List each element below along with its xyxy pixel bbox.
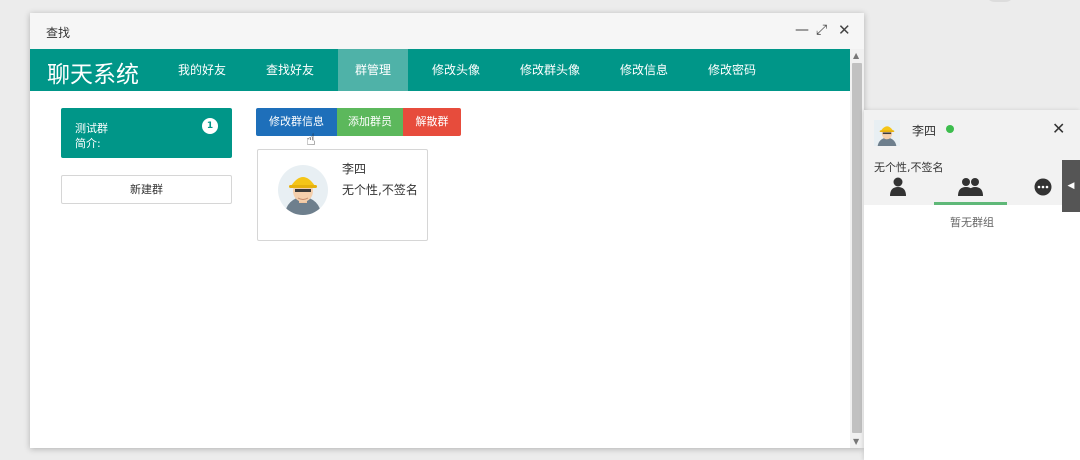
main-window: 查找 — ⤢ ✕ 聊天系统 我的好友 查找好友 群管理 修改头像 修改群头像 修…	[30, 13, 864, 448]
tab-groups[interactable]	[954, 176, 990, 198]
chat-bubble-icon	[1034, 178, 1052, 196]
empty-groups-text: 暂无群组	[950, 216, 994, 229]
close-button[interactable]: ✕	[838, 23, 851, 38]
nav-group-management[interactable]: 群管理	[338, 49, 408, 91]
brand-title: 聊天系统	[47, 62, 139, 88]
minimize-button[interactable]: —	[795, 23, 809, 37]
group-intro: 简介:	[75, 137, 101, 150]
window-title: 查找	[46, 26, 71, 40]
add-member-button[interactable]: 添加群员	[337, 108, 403, 136]
nav-edit-info[interactable]: 修改信息	[608, 49, 680, 91]
nav-find-friends[interactable]: 查找好友	[254, 49, 326, 91]
member-name: 李四	[342, 162, 367, 176]
member-signature: 无个性,不签名	[342, 183, 418, 197]
group-card[interactable]: 测试群 简介: 1	[61, 108, 232, 158]
title-bar[interactable]: 查找 — ⤢ ✕	[30, 13, 864, 49]
tab-friends[interactable]	[884, 176, 920, 198]
scroll-up-arrow-icon[interactable]: ▲	[853, 51, 859, 60]
nav-change-password[interactable]: 修改密码	[696, 49, 768, 91]
user-avatar[interactable]	[874, 120, 900, 146]
dissolve-group-button[interactable]: 解散群	[403, 108, 461, 136]
panel-close-button[interactable]: ✕	[1052, 119, 1065, 138]
nav-change-group-avatar[interactable]: 修改群头像	[508, 49, 592, 91]
panel-toggle-button[interactable]: ◀	[1062, 160, 1080, 212]
chat-side-panel: 李四 ✕ 无个性,不签名 暂无群组	[864, 110, 1080, 460]
new-group-button[interactable]: 新建群	[61, 175, 232, 204]
group-name: 测试群	[75, 122, 108, 135]
maximize-button[interactable]: ⤢	[816, 23, 827, 37]
main-content: 测试群 简介: 1 新建群 修改群信息 添加群员 解散群 ☝ 李四 无个性,不签…	[30, 91, 850, 448]
hand-cursor-icon: ☝	[306, 130, 316, 149]
group-icon	[958, 178, 983, 196]
nav-my-friends[interactable]: 我的好友	[166, 49, 238, 91]
top-navbar: 聊天系统 我的好友 查找好友 群管理 修改头像 修改群头像 修改信息 修改密码	[30, 49, 850, 91]
panel-user-signature: 无个性,不签名	[874, 161, 944, 174]
background-decoration	[985, 0, 1015, 2]
panel-user-name: 李四	[912, 124, 937, 138]
user-icon	[890, 177, 906, 196]
scrollbar-thumb[interactable]	[852, 63, 862, 433]
nav-change-avatar[interactable]: 修改头像	[420, 49, 492, 91]
tab-recent-chats[interactable]	[1027, 176, 1063, 198]
online-status-dot	[946, 125, 954, 133]
vertical-scrollbar[interactable]: ▲ ▼	[850, 49, 864, 448]
construction-worker-avatar	[278, 165, 328, 215]
active-tab-indicator	[934, 202, 1007, 205]
edit-group-info-button[interactable]: 修改群信息	[256, 108, 337, 136]
scroll-down-arrow-icon[interactable]: ▼	[853, 437, 859, 446]
member-card[interactable]: 李四 无个性,不签名	[257, 149, 428, 241]
group-member-count-badge: 1	[202, 118, 218, 134]
